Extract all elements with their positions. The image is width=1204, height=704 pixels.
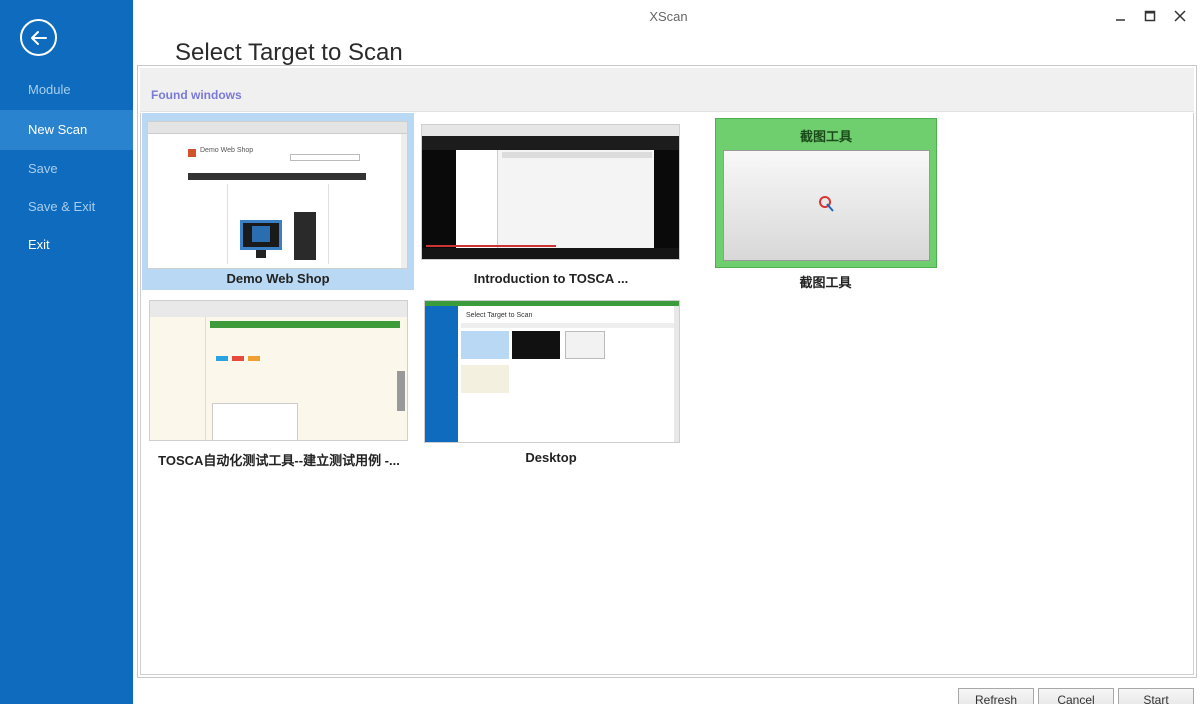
window-thumbnail: Select Target to Scan xyxy=(424,300,680,443)
start-button[interactable]: Start xyxy=(1118,688,1194,704)
panel-header: Found windows xyxy=(140,68,1194,112)
page-title: Select Target to Scan xyxy=(175,39,403,66)
back-button[interactable] xyxy=(20,19,57,56)
thumb-desktop-heading: Select Target to Scan xyxy=(466,312,533,319)
close-button[interactable] xyxy=(1168,6,1192,26)
found-windows-label: Found windows xyxy=(151,88,242,102)
window-title: XScan xyxy=(649,9,688,24)
window-tile-label: Introduction to TOSCA ... xyxy=(473,271,629,286)
scissors-icon xyxy=(819,196,834,212)
window-tile-label: Demo Web Shop xyxy=(226,271,330,286)
window-tile-intro-tosca[interactable]: Introduction to TOSCA ... xyxy=(418,113,684,290)
sidebar-item-save-exit[interactable]: Save & Exit xyxy=(0,187,133,227)
window-tile-label: TOSCA自动化测试工具--建立测试用例 -... xyxy=(158,453,400,468)
minimize-button[interactable] xyxy=(1109,6,1133,26)
thumb-shop-title: Demo Web Shop xyxy=(200,147,254,154)
sidebar-item-module[interactable]: Module xyxy=(0,70,133,110)
window-tile-tosca-test-case[interactable]: TOSCA自动化测试工具--建立测试用例 -... xyxy=(146,296,412,472)
window-thumbnail xyxy=(421,124,680,260)
window-tile-label: 截图工具 xyxy=(799,275,852,290)
sidebar-item-save[interactable]: Save xyxy=(0,149,133,189)
sidebar-item-exit[interactable]: Exit xyxy=(0,225,133,265)
back-arrow-icon xyxy=(31,31,47,45)
thumb-snip-title: 截图工具 xyxy=(799,129,852,144)
maximize-icon xyxy=(1144,10,1156,22)
window-tile-desktop[interactable]: Select Target to Scan Desktop xyxy=(418,296,684,472)
xscan-window: Module New Scan Save Save & Exit Exit XS… xyxy=(0,0,1204,704)
window-tile-snipping-tool[interactable]: 截图工具 截图工具 xyxy=(714,113,937,290)
minimize-icon xyxy=(1116,19,1125,21)
sidebar-item-new-scan[interactable]: New Scan xyxy=(0,110,133,150)
window-thumbnail: 截图工具 xyxy=(715,118,937,268)
cancel-button[interactable]: Cancel xyxy=(1038,688,1114,704)
close-icon xyxy=(1174,10,1186,22)
maximize-button[interactable] xyxy=(1138,6,1162,26)
sidebar: Module New Scan Save Save & Exit Exit xyxy=(0,0,133,704)
window-tile-label: Desktop xyxy=(525,450,577,465)
window-tile-demo-web-shop[interactable]: Demo Web Shop Demo Web Shop xyxy=(142,113,414,290)
window-thumbnail: Demo Web Shop xyxy=(147,121,408,269)
refresh-button[interactable]: Refresh xyxy=(958,688,1034,704)
window-thumbnail xyxy=(149,300,408,441)
